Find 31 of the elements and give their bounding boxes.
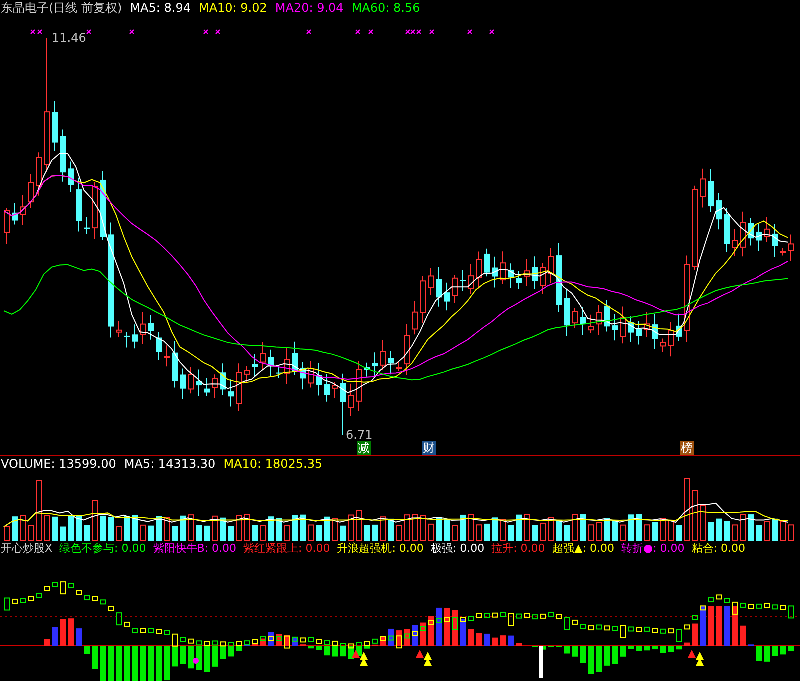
triangle-marker xyxy=(416,650,424,658)
event-tag[interactable]: 榜 xyxy=(680,441,694,455)
indicator-value: 绿色不参与: 0.00 xyxy=(60,541,146,557)
double-triangle-marker xyxy=(360,652,368,666)
indicator-value: 极强: 0.00 xyxy=(430,541,485,557)
event-tag[interactable]: 减 xyxy=(357,441,371,455)
indicator-value: 紫红紧跟上: 0.00 xyxy=(244,541,330,557)
triangle-marker xyxy=(688,650,696,658)
indicator-title: 开心炒股X xyxy=(1,541,53,557)
moving-average-value: MA20: 9.04 xyxy=(275,0,344,16)
moving-average-value: MA10: 9.02 xyxy=(198,0,268,16)
triangle-marker xyxy=(352,650,360,658)
double-triangle-marker xyxy=(424,652,432,666)
signal-bar xyxy=(539,646,543,678)
indicator-value: 超强▲: 0.00 xyxy=(552,541,614,557)
indicator-value: 转折●: 0.00 xyxy=(621,541,685,557)
high-price-label: 11.46 xyxy=(52,31,86,45)
indicator-value: 拉升: 0.00 xyxy=(492,541,546,557)
volume-value: MA10: 18025.35 xyxy=(224,456,323,471)
indicator-value: 升浪超强机: 0.00 xyxy=(337,541,424,557)
double-triangle-marker xyxy=(696,652,704,666)
stock-title: 东晶电子(日线 前复权) xyxy=(1,0,122,16)
indicator-value: 紫阳快牛B: 0.00 xyxy=(153,541,236,557)
indicator-value: 粘合: 0.00 xyxy=(692,541,746,557)
moving-average-value: MA60: 8.56 xyxy=(352,0,420,16)
event-tag[interactable]: 财 xyxy=(422,441,436,455)
moving-average-value: MA5: 8.94 xyxy=(130,0,191,16)
volume-value: MA5: 14313.30 xyxy=(124,456,216,471)
dot-marker xyxy=(193,658,199,664)
volume-value: VOLUME: 13599.00 xyxy=(1,456,116,471)
low-price-label: 6.71 xyxy=(346,428,373,442)
